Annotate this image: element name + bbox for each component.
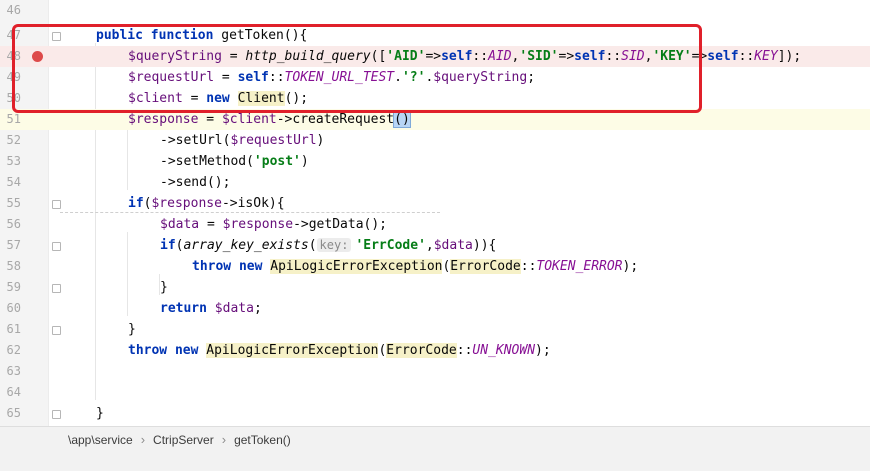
code-line[interactable]: 53 ->setMethod('post') [0,151,870,172]
code-line[interactable]: 61 } [0,319,870,340]
fold-marker-icon[interactable] [52,410,61,419]
fold-marker-icon[interactable] [52,200,61,209]
code-text: } [160,280,168,295]
line-number: 46 [6,3,21,17]
code-line[interactable]: 58 throw new ApiLogicErrorException(Erro… [0,256,870,277]
code-line[interactable]: 55 if($response->isOk){ [0,193,870,214]
navigation-bar: \app\service › CtripServer › getToken() [0,426,870,471]
line-number: 65 [6,406,21,420]
code-line[interactable]: 59 } [0,277,870,298]
line-number: 57 [6,238,21,252]
matched-brackets: () [393,111,411,128]
line-number: 53 [6,154,21,168]
code-text: throw new ApiLogicErrorException(ErrorCo… [192,259,639,274]
fold-marker-icon[interactable] [52,242,61,251]
line-number: 63 [6,364,21,378]
code-line[interactable]: 60 return $data; [0,298,870,319]
code-line[interactable]: 63 [0,361,870,382]
chevron-right-icon: › [221,432,227,447]
parameter-hint: key: [316,238,352,252]
code-text: return $data; [160,301,262,316]
line-number: 61 [6,322,21,336]
code-line[interactable]: 65 } [0,403,870,424]
code-text: ->send(); [160,175,231,190]
code-line[interactable]: 64 [0,382,870,403]
code-line[interactable]: 56 $data = $response->getData(); [0,214,870,235]
breadcrumb: \app\service › CtripServer › getToken() [68,431,291,449]
code-text: if(array_key_exists(key: 'ErrCode',$data)… [160,238,497,253]
line-number: 64 [6,385,21,399]
code-text: if($response->isOk){ [128,196,285,211]
code-editor[interactable]: 46 47 public function getToken(){ 48 $qu… [0,0,870,426]
code-text: ->setUrl($requestUrl) [160,133,325,148]
line-number: 58 [6,259,21,273]
line-number: 52 [6,133,21,147]
chevron-right-icon: › [140,432,146,447]
line-number: 60 [6,301,21,315]
code-line[interactable]: 46 [0,0,870,21]
line-number: 56 [6,217,21,231]
line-number: 55 [6,196,21,210]
code-line[interactable]: 52 ->setUrl($requestUrl) [0,130,870,151]
line-number: 54 [6,175,21,189]
line-number: 62 [6,343,21,357]
code-line[interactable]: 57 if(array_key_exists(key: 'ErrCode',$da… [0,235,870,256]
breadcrumb-item-class[interactable]: CtripServer [153,431,214,449]
code-text: ->setMethod('post') [160,154,309,169]
breadcrumb-item-namespace[interactable]: \app\service [68,431,133,449]
line-number: 59 [6,280,21,294]
breadcrumb-item-method[interactable]: getToken() [234,431,291,449]
fold-marker-icon[interactable] [52,284,61,293]
code-text: } [128,322,136,337]
code-line[interactable]: 62 throw new ApiLogicErrorException(Erro… [0,340,870,361]
code-text: throw new ApiLogicErrorException(ErrorCo… [128,343,551,358]
fold-marker-icon[interactable] [52,326,61,335]
annotation-highlight-box [12,24,702,113]
code-line[interactable]: 54 ->send(); [0,172,870,193]
code-text: $data = $response->getData(); [160,217,387,232]
weak-warning-underline [60,212,440,213]
code-text: } [96,406,104,421]
